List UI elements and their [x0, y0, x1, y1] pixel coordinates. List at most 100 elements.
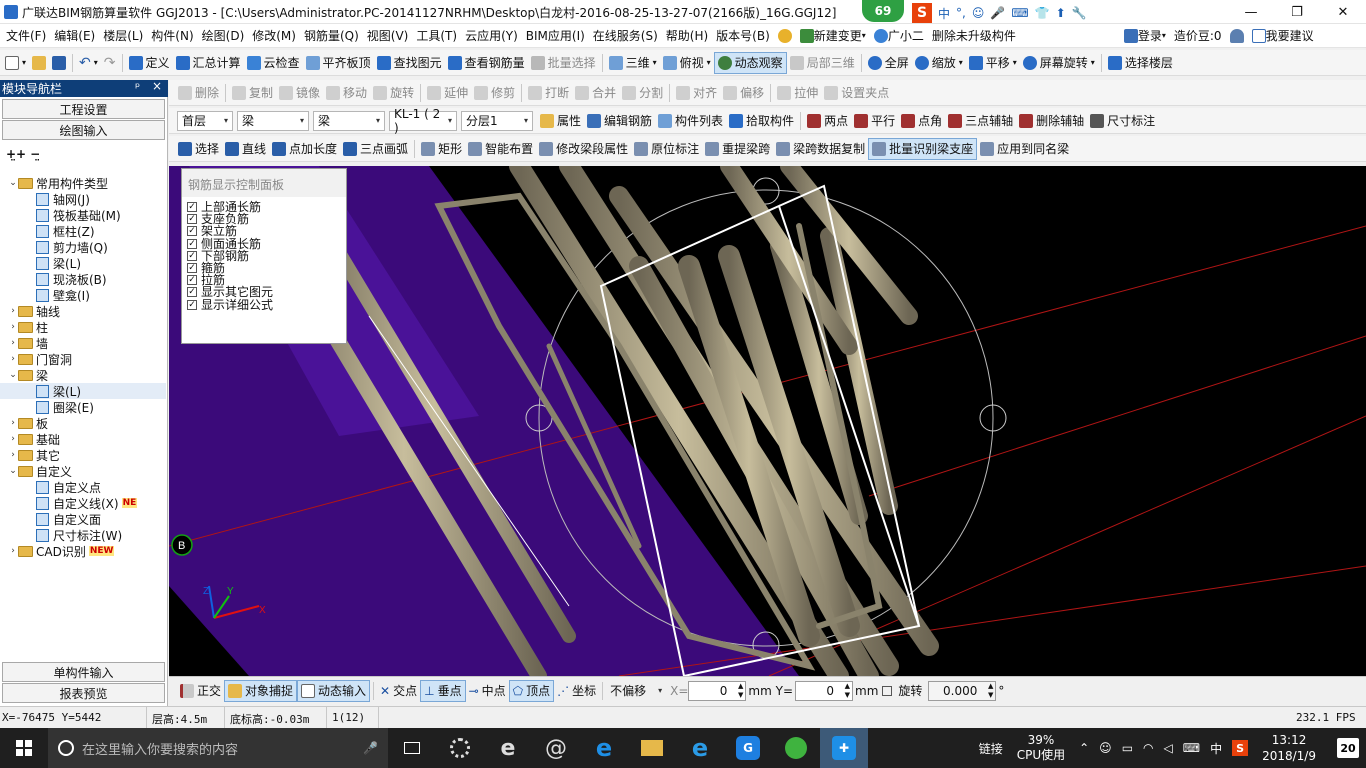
menu-item[interactable]: 文件(F): [2, 24, 50, 48]
toolbar1-button[interactable]: 查看钢筋量: [445, 52, 528, 74]
intersection-snap[interactable]: ✕ 交点: [377, 680, 420, 702]
ime-emoji-icon[interactable]: ☺: [972, 6, 985, 20]
top-view-button[interactable]: 俯视 ▾: [660, 52, 714, 74]
tree-toggle-icon[interactable]: ›: [8, 450, 18, 460]
draw-tool-button[interactable]: 修改梁段属性: [536, 138, 631, 160]
tree-item[interactable]: 梁(L): [0, 383, 166, 399]
draw-tool-button[interactable]: 重提梁跨: [702, 138, 773, 160]
tree-toggle-icon[interactable]: ⌄: [8, 466, 18, 476]
3d-viewport[interactable]: X Y Z B: [169, 166, 1366, 676]
draw-tool-button[interactable]: 直线: [222, 138, 269, 160]
type2-select[interactable]: 梁 ▾: [313, 110, 385, 131]
close-button[interactable]: ✕: [1320, 0, 1366, 24]
edit-tool-button[interactable]: 对齐: [673, 82, 720, 104]
y-input[interactable]: 0 ▲ ▼: [795, 680, 853, 701]
offset-mode-select[interactable]: 不偏移 ▾: [606, 681, 666, 701]
member-select[interactable]: KL-1 ( 2 ) ▾: [389, 107, 457, 135]
member-tool-button[interactable]: 三点辅轴: [945, 110, 1016, 132]
toolbar1-button[interactable]: 定义: [126, 52, 173, 74]
draw-tool-button[interactable]: 原位标注: [631, 138, 702, 160]
tree-item[interactable]: 梁(L): [0, 255, 166, 271]
menu-item[interactable]: 修改(M): [248, 24, 300, 48]
close-icon[interactable]: ×: [152, 79, 162, 93]
edit-tool-button[interactable]: 复制: [229, 82, 276, 104]
menu-item[interactable]: 帮助(H): [662, 24, 712, 48]
edit-tool-button[interactable]: 打断: [525, 82, 572, 104]
tree-folder[interactable]: › 门窗洞: [0, 351, 166, 367]
member-tool-button[interactable]: 点角: [898, 110, 945, 132]
drawing-input-button[interactable]: 绘图输入: [2, 120, 165, 140]
tree-item[interactable]: 现浇板(B): [0, 271, 166, 287]
single-member-input-button[interactable]: 单构件输入: [2, 662, 165, 682]
toolbar1-button[interactable]: 批量选择: [528, 52, 599, 74]
draw-tool-button[interactable]: 智能布置: [465, 138, 536, 160]
fullscreen-button[interactable]: 全屏: [865, 52, 912, 74]
expand-all-icon[interactable]: +̤+: [6, 147, 26, 161]
ie-icon[interactable]: e: [484, 728, 532, 768]
checkbox-checked-icon[interactable]: ✓: [187, 214, 197, 225]
midpoint-snap[interactable]: ⊸ 中点: [466, 680, 509, 702]
project-settings-button[interactable]: 工程设置: [2, 99, 165, 119]
login-button[interactable]: 登录 ▾: [1120, 24, 1170, 48]
layer-select[interactable]: 分层1 ▾: [461, 110, 533, 131]
coordinate-snap[interactable]: ⋰ 坐标: [554, 680, 599, 702]
tree-toggle-icon[interactable]: ›: [8, 434, 18, 444]
tree-toggle-icon[interactable]: ⌄: [8, 178, 18, 188]
tree-toggle-icon[interactable]: ›: [8, 322, 18, 332]
perpendicular-snap[interactable]: ⊥ 垂点: [420, 679, 466, 702]
edit-tool-button[interactable]: 修剪: [471, 82, 518, 104]
undo-button[interactable]: ↶ ▾: [76, 52, 101, 74]
checkbox-checked-icon[interactable]: ✓: [187, 299, 197, 310]
menu-item[interactable]: 构件(N): [147, 24, 197, 48]
tray-chevron-icon[interactable]: ⌃: [1079, 741, 1089, 755]
edit-tool-button[interactable]: 镜像: [276, 82, 323, 104]
volume-icon[interactable]: ◁: [1164, 741, 1173, 755]
menu-item[interactable]: 编辑(E): [50, 24, 99, 48]
menu-item[interactable]: 工具(T): [412, 24, 461, 48]
edit-tool-button[interactable]: 移动: [323, 82, 370, 104]
tree-folder[interactable]: › 轴线: [0, 303, 166, 319]
new-file-button[interactable]: ▾: [2, 52, 29, 74]
delete-unused-button[interactable]: 删除未升级构件: [928, 24, 1020, 48]
swirl-app-icon[interactable]: @: [532, 728, 580, 768]
green-app-icon[interactable]: [772, 728, 820, 768]
checkbox-checked-icon[interactable]: ✓: [187, 250, 197, 261]
edit-tool-button[interactable]: 分割: [619, 82, 666, 104]
tray-battery-icon[interactable]: ▭: [1122, 741, 1133, 755]
keyboard-icon[interactable]: ⌨: [1183, 741, 1200, 755]
tree-toggle-icon[interactable]: ⌄: [8, 370, 18, 380]
member-tool-button[interactable]: 删除辅轴: [1016, 110, 1087, 132]
wifi-icon[interactable]: ◠: [1143, 741, 1153, 755]
tree-folder[interactable]: ⌄ 自定义: [0, 463, 166, 479]
tray-people-icon[interactable]: ☺: [1099, 741, 1112, 755]
rotate-checkbox[interactable]: [882, 685, 893, 696]
member-tool-button[interactable]: 两点: [804, 110, 851, 132]
tree-folder[interactable]: ⌄ 常用构件类型: [0, 175, 166, 191]
draw-tool-button[interactable]: 梁跨数据复制: [773, 138, 868, 160]
dynamic-observe-button[interactable]: 动态观察: [713, 51, 787, 74]
menu-item[interactable]: 在线服务(S): [589, 24, 662, 48]
toolbar1-button[interactable]: 查找图元: [374, 52, 445, 74]
member-tool-button[interactable]: 编辑钢筋: [584, 110, 655, 132]
checkbox-checked-icon[interactable]: ✓: [187, 287, 197, 298]
tree-toggle-icon[interactable]: ›: [8, 338, 18, 348]
guang-xiao-er-button[interactable]: 广小二: [870, 24, 928, 48]
select-floor-button[interactable]: 选择楼层: [1105, 52, 1176, 74]
checkbox-checked-icon[interactable]: ✓: [187, 263, 197, 274]
menu-item[interactable]: 云应用(Y): [461, 24, 522, 48]
tree-folder[interactable]: › 墙: [0, 335, 166, 351]
cpu-meter[interactable]: 39% CPU使用: [1017, 733, 1065, 763]
tree-item[interactable]: 自定义线(X) NE: [0, 495, 166, 511]
suggest-button[interactable]: 我要建议: [1248, 24, 1318, 48]
minimize-button[interactable]: —: [1228, 0, 1274, 24]
action-center-icon[interactable]: 20: [1330, 728, 1366, 768]
edit-tool-button[interactable]: 拉伸: [774, 82, 821, 104]
checkbox-checked-icon[interactable]: ✓: [187, 202, 197, 213]
object-snap-toggle[interactable]: 对象捕捉: [224, 679, 298, 702]
sogou-tray-icon[interactable]: S: [1232, 740, 1249, 756]
sogou-icon[interactable]: S: [912, 3, 932, 23]
edit-tool-button[interactable]: 旋转: [370, 82, 417, 104]
report-preview-button[interactable]: 报表预览: [2, 683, 165, 703]
draw-tool-button[interactable]: 应用到同名梁: [977, 138, 1072, 160]
tree-toggle-icon[interactable]: ›: [8, 418, 18, 428]
